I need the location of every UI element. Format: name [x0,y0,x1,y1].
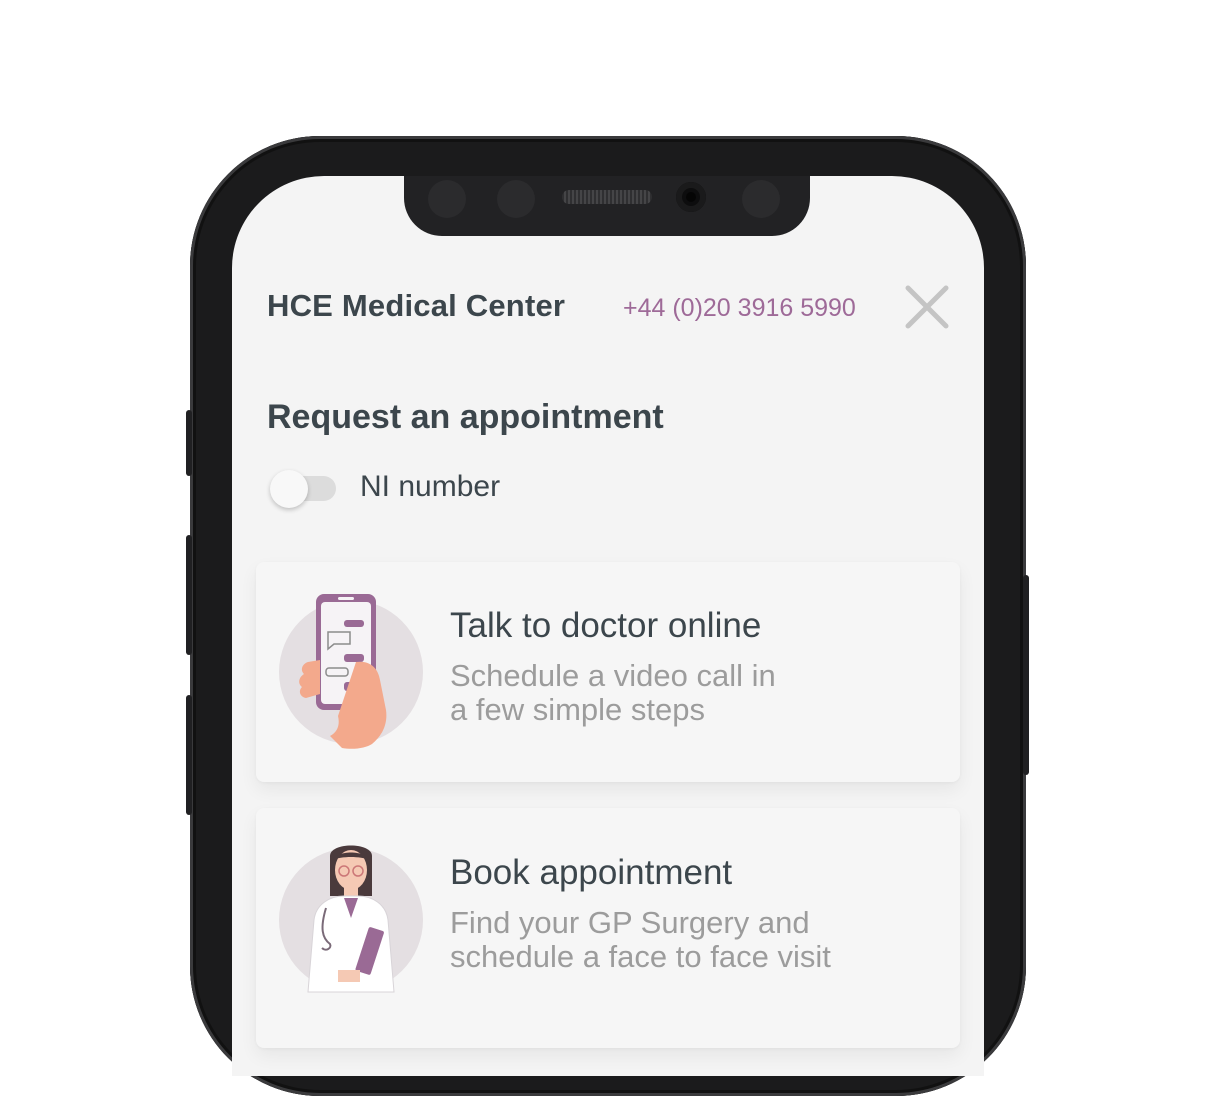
volume-down-button [186,695,192,815]
toggle-knob [270,470,308,508]
front-camera-icon [676,182,706,212]
section-title: Request an appointment [267,398,664,436]
sensor-left [428,180,466,218]
card-subtitle-line: Find your GP Surgery and [450,905,810,940]
volume-up-button [186,535,192,655]
card-subtitle-line: a few simple steps [450,692,705,727]
card-title: Talk to doctor online [450,606,762,645]
close-button[interactable] [902,282,952,332]
sensor-middle [497,180,535,218]
card-subtitle-line: Schedule a video call in [450,658,776,693]
mute-switch [186,410,192,476]
contact-phone-link[interactable]: +44 (0)20 3916 5990 [623,294,856,323]
card-subtitle-line: schedule a face to face visit [450,939,831,974]
phone-chat-icon [279,594,423,749]
sensor-right [742,180,780,218]
ni-number-toggle[interactable] [270,470,336,508]
close-icon [905,285,949,329]
earpiece-speaker [562,190,652,204]
power-button [1023,575,1029,775]
card-title: Book appointment [450,853,733,892]
toggle-label: NI number [360,470,501,503]
app-title: HCE Medical Center [267,288,566,323]
card-subtitle: Schedule a video call in a few simple st… [450,659,910,727]
card-subtitle: Find your GP Surgery and schedule a face… [450,906,910,974]
doctor-icon [279,845,423,993]
